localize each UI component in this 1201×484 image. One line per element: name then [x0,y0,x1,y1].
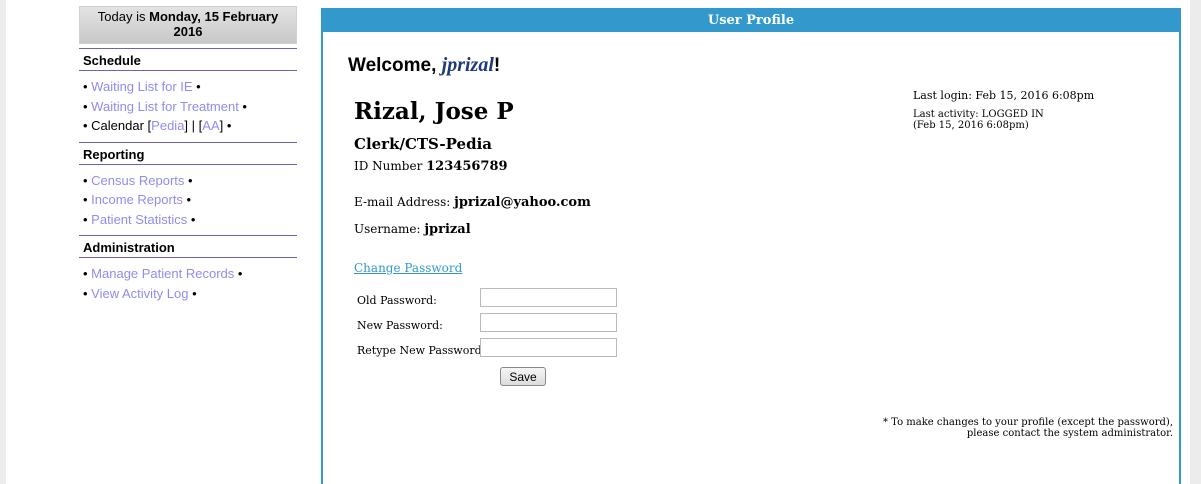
link-view-activity-log[interactable]: View Activity Log [91,286,188,301]
email-address: E-mail Address: jprizal@yahoo.com [354,195,591,210]
new-password-input[interactable] [480,313,617,332]
username-label: Username: [354,222,421,236]
link-waiting-list-ie[interactable]: Waiting List for IE [91,79,192,94]
email-value: jprizal@yahoo.com [454,195,591,210]
id-number: ID Number 123456789 [354,159,508,174]
username: Username: jprizal [354,222,471,237]
old-password-row: Old Password: [357,288,617,313]
link-patient-statistics[interactable]: Patient Statistics [91,212,187,227]
welcome-message: Welcome, jprizal! [348,54,500,77]
section-title-schedule: Schedule [79,48,297,71]
list-item: • Income Reports • [83,192,192,207]
list-item-calendar: • Calendar [Pedia] | [AA] • [83,118,232,133]
retype-password-input[interactable] [480,338,617,357]
last-activity: Last activity: LOGGED IN (Feb 15, 2016 6… [913,109,1044,131]
section-title-reporting: Reporting [79,141,297,165]
list-item: • View Activity Log • [83,285,197,301]
link-calendar-aa[interactable]: AA [202,118,219,133]
bullet: • [182,192,192,207]
welcome-suffix: ! [493,55,501,76]
new-password-label: New Password: [357,319,443,332]
list-item: • Manage Patient Records • [83,266,243,281]
last-login: Last login: Feb 15, 2016 6:08pm [913,89,1095,102]
reporting-list: • Census Reports • • Income Reports • • … [79,165,297,236]
administration-list: • Manage Patient Records • • View Activi… [79,258,297,309]
today-date-box: Today is Monday, 15 February 2016 [79,6,297,44]
bullet: • [187,211,196,227]
sidebar: Today is Monday, 15 February 2016 Schedu… [79,6,297,309]
welcome-prefix: Welcome, [348,55,442,76]
panel-header: User Profile [323,10,1179,32]
welcome-username: jprizal [441,54,494,76]
page: Today is Monday, 15 February 2016 Schedu… [6,0,1190,484]
bullet: • [223,118,232,133]
id-value: 123456789 [426,159,508,174]
bullet: • [184,172,193,188]
password-form: Old Password: New Password: Retype New P… [357,288,617,386]
id-label: ID Number [354,159,423,173]
profile-footnote: * To make changes to your profile (excep… [883,417,1173,439]
calendar-sep: | [188,118,199,133]
change-password-link[interactable]: Change Password [354,261,462,275]
list-item: • Patient Statistics • [83,211,196,227]
user-profile-panel: User Profile Welcome, jprizal! Rizal, Jo… [321,8,1181,484]
email-label: E-mail Address: [354,195,451,209]
new-password-row: New Password: [357,313,617,338]
user-role: Clerk/CTS-Pedia [354,135,492,153]
last-activity-line1: Last activity: LOGGED IN [913,109,1044,120]
bullet: • [188,285,197,301]
old-password-label: Old Password: [357,294,437,307]
list-item: • Census Reports • [83,172,193,188]
old-password-input[interactable] [480,288,617,307]
username-value: jprizal [424,222,471,237]
list-item: • Waiting List for IE • [83,79,201,94]
list-item: • Waiting List for Treatment • [83,98,247,114]
save-button[interactable]: Save [500,367,546,386]
link-calendar-pedia[interactable]: Pedia [151,118,184,133]
link-income-reports[interactable]: Income Reports [91,192,183,207]
footnote-line2: please contact the system administrator. [966,428,1173,439]
last-activity-line2: (Feb 15, 2016 6:08pm) [913,120,1029,131]
footnote-line1: * To make changes to your profile (excep… [883,417,1173,428]
today-date: Monday, 15 February 2016 [149,9,279,39]
link-census-reports[interactable]: Census Reports [91,173,184,188]
calendar-label: Calendar [91,118,148,133]
link-manage-patient-records[interactable]: Manage Patient Records [91,266,234,281]
link-waiting-list-treatment[interactable]: Waiting List for Treatment [91,99,239,114]
bullet: • [238,98,247,114]
full-name: Rizal, Jose P [354,98,514,125]
bullet: • [234,266,243,281]
schedule-list: • Waiting List for IE • • Waiting List f… [79,71,297,142]
retype-password-row: Retype New Password: [357,338,617,363]
retype-password-label: Retype New Password: [357,344,486,357]
section-title-administration: Administration [79,235,297,258]
bullet: • [192,79,201,94]
today-prefix: Today is [97,9,150,24]
